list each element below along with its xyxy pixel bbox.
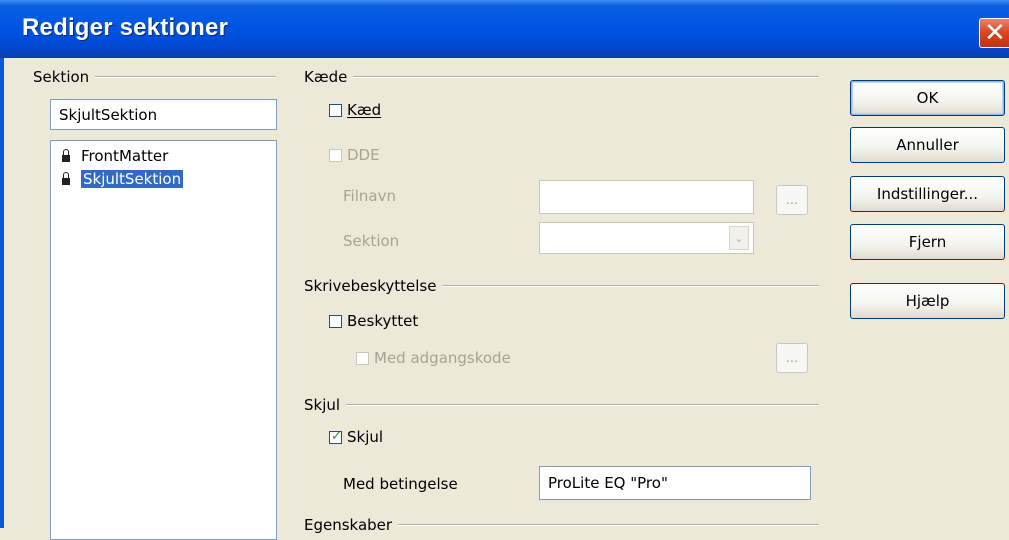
protected-checkbox[interactable]: Beskyttet: [329, 312, 418, 330]
section-list[interactable]: FrontMatter SkjultSektion: [50, 140, 277, 540]
window-title: Rediger sektioner: [22, 14, 229, 41]
protect-group-heading: Skrivebeskyttelse: [304, 277, 819, 295]
password-checkbox[interactable]: Med adgangskode: [356, 349, 511, 367]
condition-input[interactable]: ProLite EQ "Pro": [539, 466, 811, 500]
list-item-label: FrontMatter: [81, 147, 169, 165]
hide-group-label: Skjul: [304, 396, 341, 414]
dropdown-button[interactable]: ⌄: [729, 226, 749, 250]
list-item[interactable]: FrontMatter: [61, 145, 168, 167]
link-section-label: Sektion: [343, 232, 400, 250]
divider: [95, 76, 276, 78]
cancel-button[interactable]: Annuller: [850, 127, 1005, 163]
condition-label: Med betingelse: [343, 475, 458, 493]
hide-checkbox[interactable]: ✓ Skjul: [329, 428, 383, 446]
ok-button[interactable]: OK: [850, 80, 1005, 116]
password-button[interactable]: ...: [776, 343, 808, 373]
link-group-label: Kæde: [304, 68, 348, 86]
link-checkbox[interactable]: Kæd: [329, 101, 381, 119]
link-checkbox-label: Kæd: [347, 101, 382, 119]
password-checkbox-label: Med adgangskode: [374, 349, 511, 367]
checkbox-box[interactable]: [356, 351, 369, 365]
link-section-select[interactable]: [539, 222, 754, 254]
checkbox-box[interactable]: [329, 148, 342, 162]
section-group-heading: Sektion: [33, 68, 276, 86]
section-name-input[interactable]: SkjultSektion: [50, 99, 277, 130]
checkmark-icon: ✓: [331, 428, 342, 444]
divider: [398, 524, 819, 526]
close-button[interactable]: ✕: [979, 18, 1009, 48]
help-button[interactable]: Hjælp: [850, 283, 1005, 319]
protect-group-label: Skrivebeskyttelse: [304, 277, 437, 295]
hide-group-heading: Skjul: [304, 396, 819, 414]
divider: [346, 404, 819, 406]
properties-group-heading: Egenskaber: [304, 516, 819, 534]
divider: [442, 285, 819, 287]
window-frame: [0, 58, 4, 528]
protected-checkbox-label: Beskyttet: [347, 312, 419, 330]
list-item-label-selected: SkjultSektion: [81, 170, 184, 188]
options-button[interactable]: Indstillinger...: [850, 176, 1005, 212]
checkbox-box[interactable]: ✓: [329, 428, 342, 444]
chevron-down-icon: ⌄: [734, 231, 744, 245]
remove-button[interactable]: Fjern: [850, 224, 1005, 260]
dde-checkbox-label: DDE: [347, 146, 380, 164]
filename-label: Filnavn: [343, 187, 396, 205]
list-item[interactable]: SkjultSektion: [61, 168, 184, 190]
browse-file-button[interactable]: ...: [776, 185, 808, 215]
hide-checkbox-label: Skjul: [347, 428, 384, 446]
close-icon: ✕: [984, 18, 1006, 48]
lock-icon: [61, 149, 71, 163]
properties-group-label: Egenskaber: [304, 516, 393, 534]
link-group-heading: Kæde: [304, 68, 819, 86]
filename-input[interactable]: [539, 180, 754, 214]
dde-checkbox[interactable]: DDE: [329, 146, 380, 164]
checkbox-box[interactable]: [329, 103, 342, 117]
divider: [353, 76, 819, 78]
lock-icon: [61, 172, 71, 186]
section-group-label: Sektion: [33, 68, 90, 86]
checkbox-box[interactable]: [329, 314, 342, 328]
